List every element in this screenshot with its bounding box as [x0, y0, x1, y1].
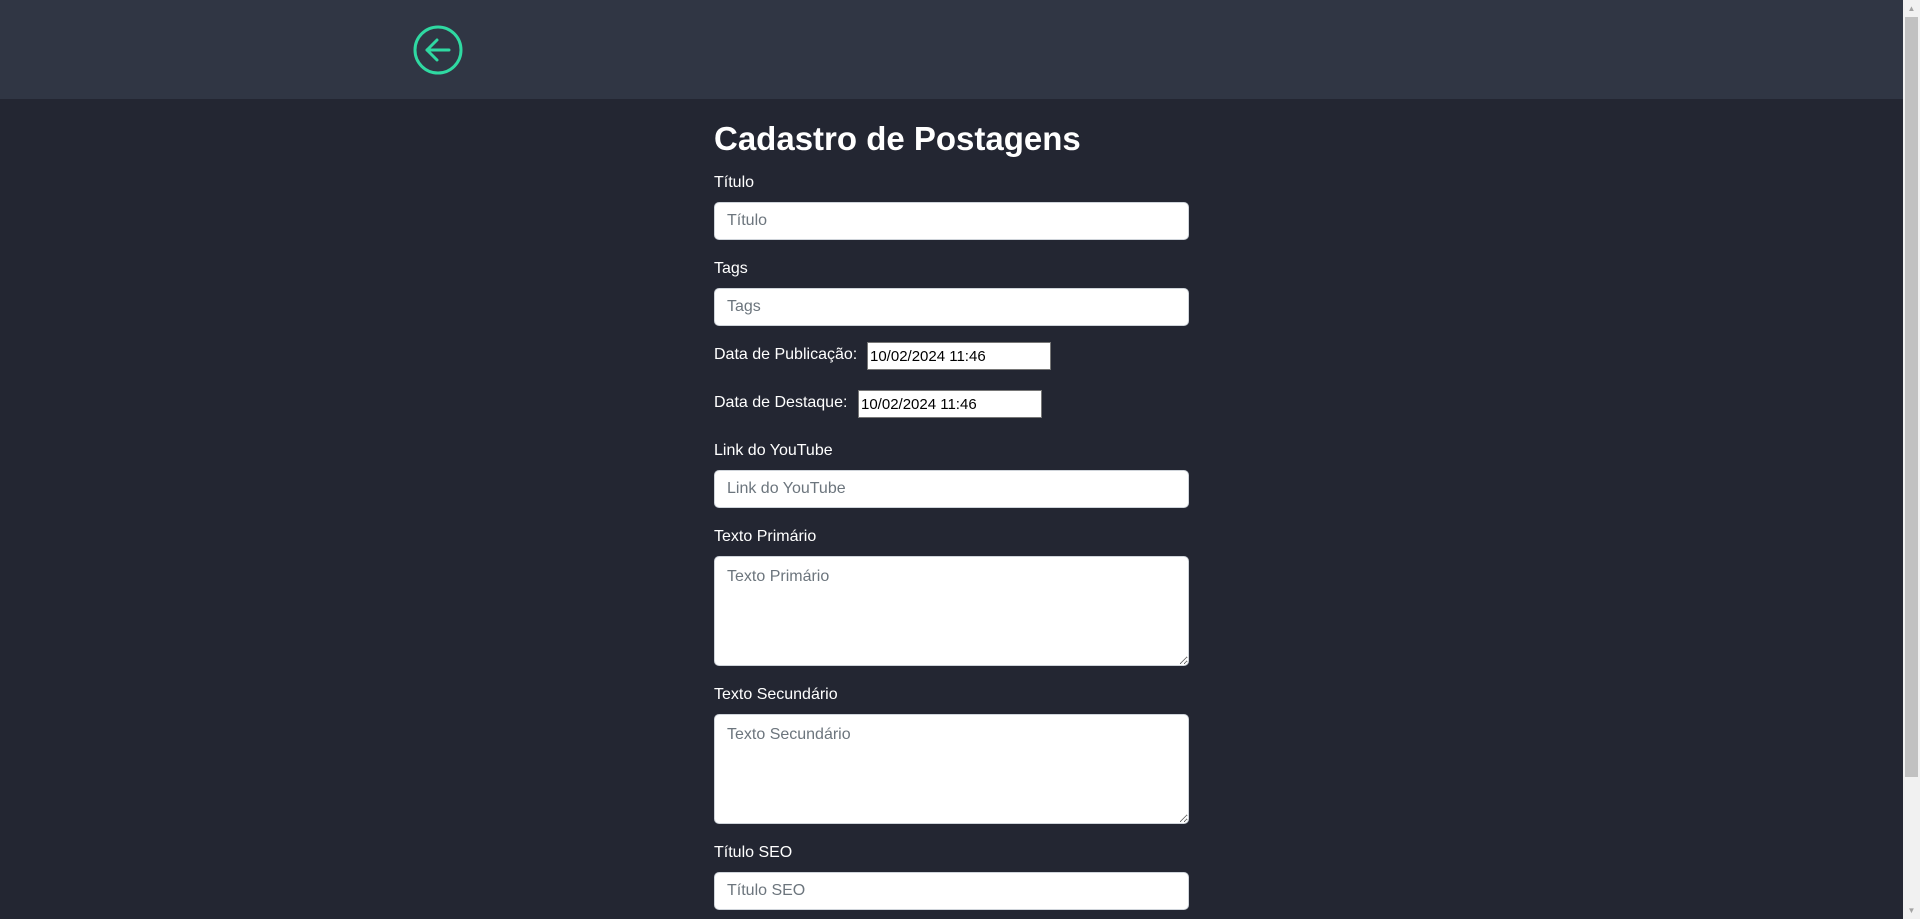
back-arrow-icon[interactable]	[413, 25, 463, 75]
tags-input[interactable]	[714, 288, 1189, 326]
data-destaque-label: Data de Destaque:	[714, 394, 848, 411]
titulo-input[interactable]	[714, 202, 1189, 240]
texto-primario-textarea[interactable]	[714, 556, 1189, 666]
scrollbar-thumb[interactable]	[1905, 17, 1918, 777]
page-title: Cadastro de Postagens	[714, 120, 1081, 157]
texto-secundario-label: Texto Secundário	[714, 686, 838, 703]
data-publicacao-input[interactable]	[867, 342, 1051, 370]
scroll-down-arrow-icon[interactable]: ▼	[1903, 902, 1920, 919]
youtube-link-input[interactable]	[714, 470, 1189, 508]
tags-label: Tags	[714, 260, 748, 277]
titulo-seo-input[interactable]	[714, 872, 1189, 910]
titulo-seo-label: Título SEO	[714, 844, 793, 861]
vertical-scrollbar[interactable]: ▲ ▼	[1903, 0, 1920, 919]
data-destaque-input[interactable]	[858, 390, 1042, 418]
top-bar	[0, 0, 1903, 99]
texto-secundario-textarea[interactable]	[714, 714, 1189, 824]
titulo-label: Título	[714, 174, 755, 191]
texto-primario-label: Texto Primário	[714, 528, 817, 545]
scroll-up-arrow-icon[interactable]: ▲	[1903, 0, 1920, 17]
data-publicacao-label: Data de Publicação:	[714, 346, 858, 363]
youtube-label: Link do YouTube	[714, 442, 833, 459]
